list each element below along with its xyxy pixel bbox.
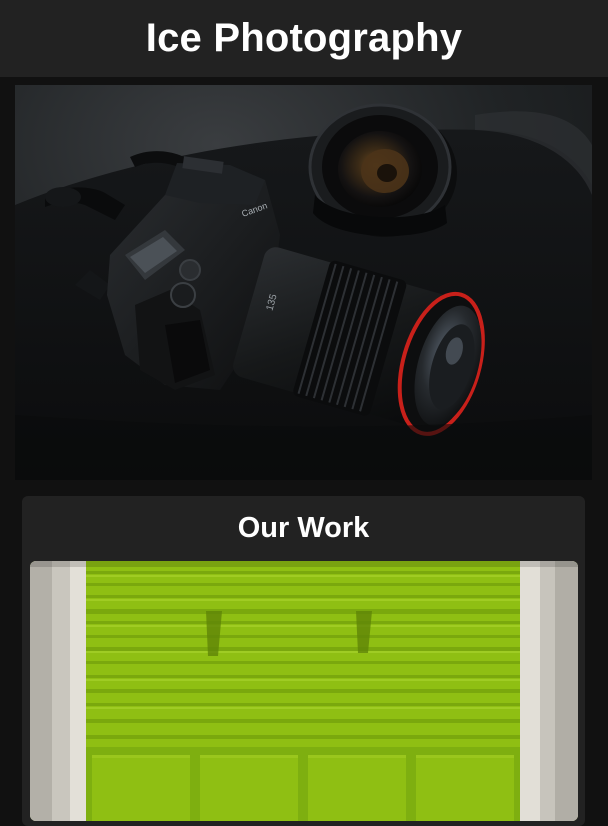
site-header: Ice Photography [0,0,608,77]
hero-image: Canon 135 [15,85,592,480]
site-title: Ice Photography [145,16,463,60]
work-image [30,561,578,821]
garage-door-illustration [30,561,578,821]
our-work-section: Our Work [22,496,585,826]
section-title: Our Work [237,512,370,544]
camera-illustration: Canon 135 [15,85,592,480]
